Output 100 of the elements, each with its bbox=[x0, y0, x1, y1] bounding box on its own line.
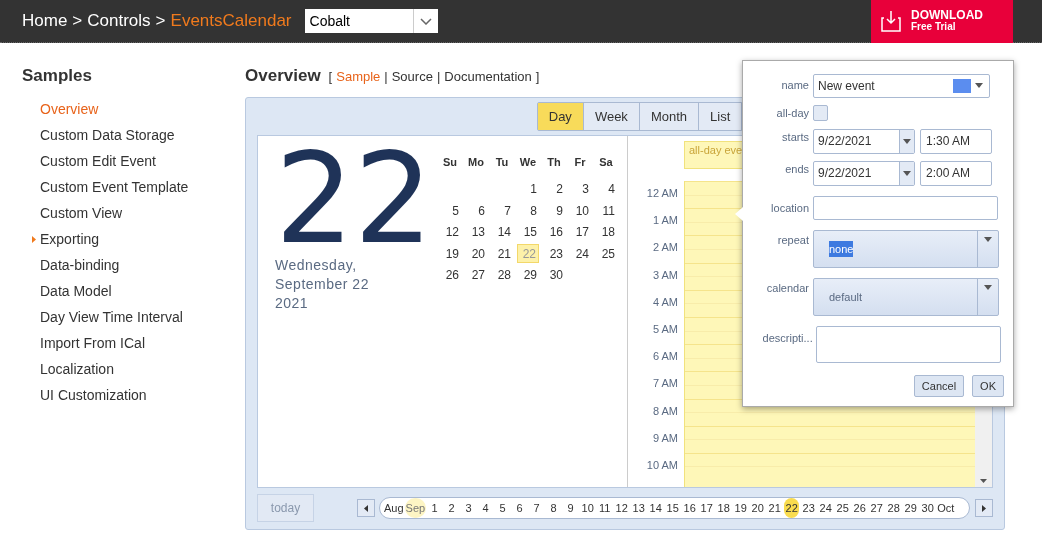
date-strip-item[interactable]: 20 bbox=[750, 498, 766, 518]
date-strip-item[interactable]: 8 bbox=[546, 498, 562, 518]
date-strip-item[interactable]: 5 bbox=[495, 498, 511, 518]
dialog-button[interactable]: OK bbox=[972, 375, 1004, 397]
calendar-day[interactable]: 18 bbox=[595, 222, 617, 242]
date-strip-item[interactable]: 7 bbox=[529, 498, 545, 518]
calendar-day[interactable]: 28 bbox=[491, 265, 513, 285]
calendar-day[interactable]: 11 bbox=[595, 201, 617, 221]
date-strip-item[interactable]: 3 bbox=[461, 498, 477, 518]
date-strip-item[interactable]: 23 bbox=[801, 498, 817, 518]
sidebar-item[interactable]: Data-binding bbox=[22, 254, 120, 276]
date-strip-item[interactable]: 18 bbox=[716, 498, 732, 518]
sidebar-item[interactable]: Import From ICal bbox=[22, 332, 145, 354]
date-strip-item[interactable]: Aug bbox=[383, 498, 405, 518]
view-tab[interactable]: Month bbox=[639, 103, 699, 130]
page-link[interactable]: Source bbox=[391, 67, 433, 87]
calendar-day[interactable]: 6 bbox=[465, 201, 487, 221]
view-tab[interactable]: List bbox=[699, 103, 743, 130]
date-strip-item[interactable]: 14 bbox=[648, 498, 664, 518]
date-strip-item[interactable]: 1 bbox=[427, 498, 443, 518]
calendar-day[interactable]: 17 bbox=[569, 222, 591, 242]
calendar-day[interactable]: 9 bbox=[543, 201, 565, 221]
view-tab[interactable]: Day bbox=[537, 103, 584, 130]
calendar-day[interactable]: 4 bbox=[595, 179, 617, 199]
calendar-day[interactable]: 21 bbox=[491, 244, 513, 264]
date-strip-item[interactable]: 22 bbox=[784, 498, 800, 518]
date-strip-item[interactable]: 11 bbox=[597, 498, 613, 518]
calendar-day[interactable]: 27 bbox=[465, 265, 487, 285]
sidebar-item[interactable]: Custom Data Storage bbox=[22, 124, 175, 146]
calendar-day[interactable]: 16 bbox=[543, 222, 565, 242]
date-strip-item[interactable]: 10 bbox=[580, 498, 596, 518]
sidebar-item[interactable]: Custom Edit Event bbox=[22, 150, 156, 172]
calendar-day[interactable]: 7 bbox=[491, 201, 513, 221]
breadcrumb-link[interactable]: Home bbox=[22, 8, 68, 34]
sidebar-item[interactable]: Custom View bbox=[22, 202, 123, 224]
date-strip-item[interactable]: 27 bbox=[869, 498, 885, 518]
date-strip-item[interactable]: 6 bbox=[512, 498, 528, 518]
calendar-day[interactable]: 29 bbox=[517, 265, 539, 285]
date-strip-item[interactable]: 16 bbox=[682, 498, 698, 518]
theme-select[interactable]: Cobalt bbox=[304, 9, 438, 33]
sidebar-item[interactable]: Exporting bbox=[22, 228, 100, 250]
date-field[interactable]: 9/22/2021 bbox=[813, 128, 915, 154]
date-strip-item[interactable]: 12 bbox=[614, 498, 630, 518]
date-strip-item[interactable]: 9 bbox=[563, 498, 579, 518]
date-strip-item[interactable]: 29 bbox=[903, 498, 919, 518]
calendar-day[interactable]: 13 bbox=[465, 222, 487, 242]
dropdown-field[interactable]: default bbox=[813, 278, 999, 316]
calendar-day[interactable]: 25 bbox=[595, 244, 617, 264]
dialog-button[interactable]: Cancel bbox=[913, 375, 965, 397]
date-strip-item[interactable]: Sep bbox=[404, 498, 427, 518]
calendar-day[interactable]: 15 bbox=[517, 222, 539, 242]
date-field[interactable]: 9/22/2021 bbox=[813, 160, 915, 186]
date-strip-item[interactable]: Oct bbox=[936, 498, 956, 518]
date-strip-item[interactable]: 15 bbox=[665, 498, 681, 518]
location-field[interactable] bbox=[813, 196, 998, 220]
date-strip-item[interactable]: 17 bbox=[699, 498, 715, 518]
page-link[interactable]: Documentation bbox=[444, 67, 532, 87]
date-strip-item[interactable]: 28 bbox=[886, 498, 902, 518]
date-strip-item[interactable]: 19 bbox=[733, 498, 749, 518]
dropdown-field[interactable]: none bbox=[813, 230, 999, 268]
breadcrumb-link[interactable]: EventsCalendar bbox=[170, 8, 292, 34]
sidebar-item[interactable]: Data Model bbox=[22, 280, 112, 302]
calendar-day[interactable]: 24 bbox=[569, 244, 591, 264]
calendar-day[interactable]: 1 bbox=[517, 179, 539, 199]
date-strip-item[interactable]: 2 bbox=[444, 498, 460, 518]
breadcrumb-link[interactable]: Controls bbox=[87, 8, 151, 34]
description-field[interactable] bbox=[815, 326, 1001, 363]
previous-button[interactable] bbox=[357, 499, 375, 517]
sidebar-item[interactable]: UI Customization bbox=[22, 384, 147, 406]
time-field[interactable]: 1:30 AM bbox=[920, 128, 992, 154]
time-field[interactable]: 2:00 AM bbox=[920, 160, 992, 186]
calendar-day[interactable]: 26 bbox=[439, 265, 461, 285]
calendar-day[interactable]: 19 bbox=[439, 244, 461, 264]
sidebar-item[interactable]: Custom Event Template bbox=[22, 176, 189, 198]
calendar-day[interactable]: 8 bbox=[517, 201, 539, 221]
all-day-checkbox[interactable] bbox=[813, 105, 828, 121]
color-swatch[interactable] bbox=[953, 78, 971, 93]
date-strip-item[interactable]: 24 bbox=[818, 498, 834, 518]
calendar-day[interactable]: 3 bbox=[569, 179, 591, 199]
calendar-day[interactable]: 30 bbox=[543, 265, 565, 285]
date-strip-item[interactable]: 4 bbox=[478, 498, 494, 518]
date-strip-item[interactable]: 13 bbox=[631, 498, 647, 518]
calendar-day[interactable]: 14 bbox=[491, 222, 513, 242]
date-strip-item[interactable]: 25 bbox=[835, 498, 851, 518]
next-button[interactable] bbox=[975, 499, 993, 517]
date-strip-item[interactable]: 30 bbox=[920, 498, 936, 518]
calendar-day[interactable]: 23 bbox=[543, 244, 565, 264]
calendar-day[interactable]: 20 bbox=[465, 244, 487, 264]
calendar-day[interactable]: 5 bbox=[439, 201, 461, 221]
view-tab[interactable]: Week bbox=[583, 103, 640, 130]
date-strip-item[interactable]: 21 bbox=[767, 498, 783, 518]
sidebar-item[interactable]: Day View Time Interval bbox=[22, 306, 183, 328]
calendar-day[interactable]: 10 bbox=[569, 201, 591, 221]
sidebar-item[interactable]: Localization bbox=[22, 358, 114, 380]
calendar-day[interactable]: 2 bbox=[543, 179, 565, 199]
calendar-day[interactable]: 12 bbox=[439, 222, 461, 242]
date-strip-item[interactable]: 26 bbox=[852, 498, 868, 518]
page-link[interactable]: Sample bbox=[336, 67, 381, 87]
name-field[interactable]: New event bbox=[813, 73, 990, 98]
download-button[interactable]: DOWNLOAD Free Trial bbox=[871, 0, 1013, 43]
